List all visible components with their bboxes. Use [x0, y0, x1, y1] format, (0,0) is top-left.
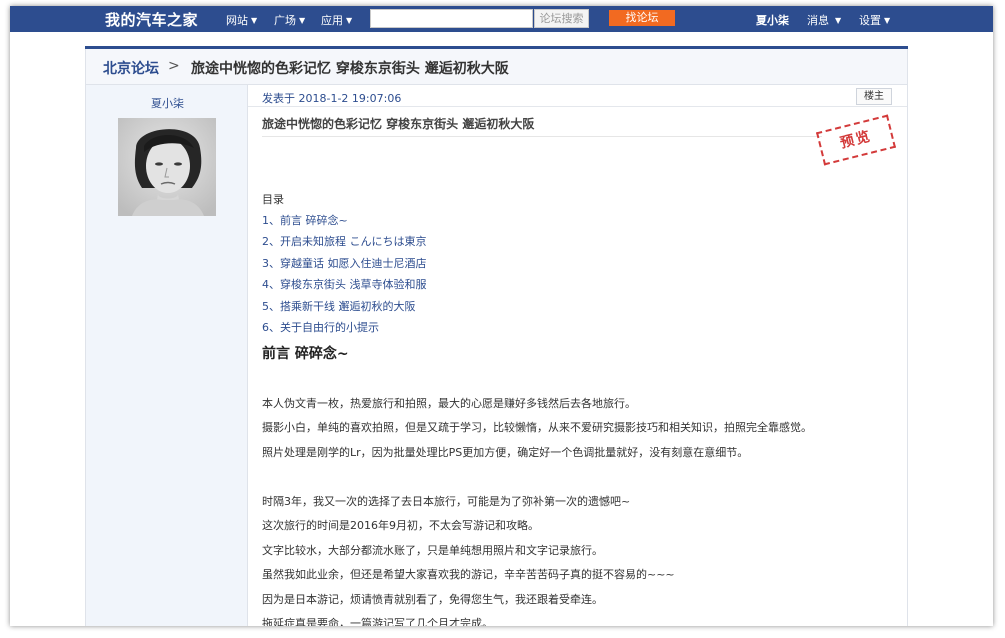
- search-input[interactable]: [370, 9, 533, 28]
- messages-menu[interactable]: 消息 ▼: [807, 12, 841, 28]
- thread-title: 旅途中恍惚的色彩记忆 穿梭东京街头 邂逅初秋大阪: [191, 61, 509, 77]
- breadcrumb-separator: >: [168, 58, 180, 74]
- post-content: 发表于 2018-1-2 19:07:06 楼主 旅途中恍惚的色彩记忆 穿梭东京…: [248, 85, 908, 626]
- breadcrumb-forum-link[interactable]: 北京论坛: [103, 58, 159, 78]
- author-panel: 夏小柒: [85, 85, 248, 626]
- toc-item-3[interactable]: 3、穿越童话 如愿入住迪士尼酒店: [262, 255, 427, 271]
- toc-item-4[interactable]: 4、穿梭东京街头 浅草寺体验和服: [262, 276, 427, 292]
- post-title: 旅途中恍惚的色彩记忆 穿梭东京街头 邂逅初秋大阪: [262, 117, 535, 131]
- chevron-down-icon: ▼: [884, 16, 891, 25]
- browser-window: 我的汽车之家 网站 ▼ 广场 ▼ 应用 ▼ 论坛搜索 找论坛 夏小柒 消息 ▼ 设置 ▼ …: [10, 6, 993, 626]
- paragraph: 文字比较水，大部分都流水账了，只是单纯想用照片和文字记录旅行。: [262, 544, 603, 557]
- settings-menu[interactable]: 设置 ▼: [859, 12, 890, 28]
- breadcrumb: 北京论坛 > 旅途中恍惚的色彩记忆 穿梭东京街头 邂逅初秋大阪: [85, 49, 908, 85]
- paragraph: 时隔3年，我又一次的选择了去日本旅行，可能是为了弥补第一次的遗憾吧~: [262, 495, 631, 508]
- nav-square-label: 广场: [274, 14, 296, 27]
- avatar[interactable]: [118, 118, 216, 216]
- paragraph: 照片处理是刚学的Lr，因为批量处理比PS更加方便，确定好一个色调批量就好，没有刻…: [262, 446, 749, 459]
- toc-item-5[interactable]: 5、搭乘新干线 邂逅初秋的大阪: [262, 298, 416, 314]
- toc-item-1[interactable]: 1、前言 碎碎念~: [262, 212, 348, 228]
- post-timestamp: 发表于 2018-1-2 19:07:06: [262, 92, 402, 105]
- find-forum-button[interactable]: 找论坛: [609, 10, 675, 26]
- chevron-down-icon: ▼: [346, 16, 353, 25]
- paragraph: 因为是日本游记，烦请愤青就别看了，免得您生气，我还跟着受牵连。: [262, 593, 603, 606]
- paragraph: 虽然我如此业余，但还是希望大家喜欢我的游记，辛辛苦苦码子真的挺不容易的~~~: [262, 568, 675, 581]
- messages-label: 消息: [807, 14, 829, 27]
- toc-item-2[interactable]: 2、开启未知旅程 こんにちは東京: [262, 233, 427, 249]
- nav-apps-menu[interactable]: 应用 ▼: [321, 12, 352, 28]
- nav-site-label: 网站: [226, 14, 248, 27]
- paragraph: 本人伪文青一枚，热爱旅行和拍照，最大的心愿是赚好多钱然后去各地旅行。: [262, 397, 636, 410]
- toc-label: 目录: [262, 193, 284, 206]
- chevron-down-icon: ▼: [299, 16, 306, 25]
- settings-label: 设置: [859, 14, 881, 27]
- louzhu-button[interactable]: 楼主: [856, 88, 892, 105]
- title-divider: [262, 136, 822, 137]
- avatar-photo: [118, 118, 216, 216]
- user-name-link[interactable]: 夏小柒: [756, 12, 789, 28]
- toc-item-6[interactable]: 6、关于自由行的小提示: [262, 319, 379, 335]
- forum-search-button[interactable]: 论坛搜索: [534, 9, 589, 28]
- paragraph: 拖延症真是要命，一篇游记写了几个月才完成。: [262, 617, 493, 626]
- paragraph: 摄影小白，单纯的喜欢拍照，但是又疏于学习，比较懒惰，从来不爱研究摄影技巧和相关知…: [262, 421, 812, 434]
- section-heading: 前言 碎碎念~: [262, 346, 349, 362]
- chevron-down-icon: ▼: [835, 16, 842, 25]
- top-navbar: 我的汽车之家 网站 ▼ 广场 ▼ 应用 ▼ 论坛搜索 找论坛 夏小柒 消息 ▼ 设置 ▼: [10, 6, 993, 32]
- paragraph: 这次旅行的时间是2016年9月初，不太会写游记和攻略。: [262, 519, 539, 532]
- site-logo[interactable]: 我的汽车之家: [105, 9, 198, 30]
- thread-page: 北京论坛 > 旅途中恍惚的色彩记忆 穿梭东京街头 邂逅初秋大阪 夏小柒 发表于 …: [85, 46, 908, 626]
- nav-apps-label: 应用: [321, 14, 343, 27]
- preview-stamp: 预览: [815, 114, 897, 166]
- post-meta-bar: 发表于 2018-1-2 19:07:06 楼主: [248, 85, 907, 107]
- author-name-link[interactable]: 夏小柒: [86, 95, 249, 111]
- chevron-down-icon: ▼: [251, 16, 258, 25]
- nav-square-menu[interactable]: 广场 ▼: [274, 12, 305, 28]
- nav-site-menu[interactable]: 网站 ▼: [226, 12, 257, 28]
